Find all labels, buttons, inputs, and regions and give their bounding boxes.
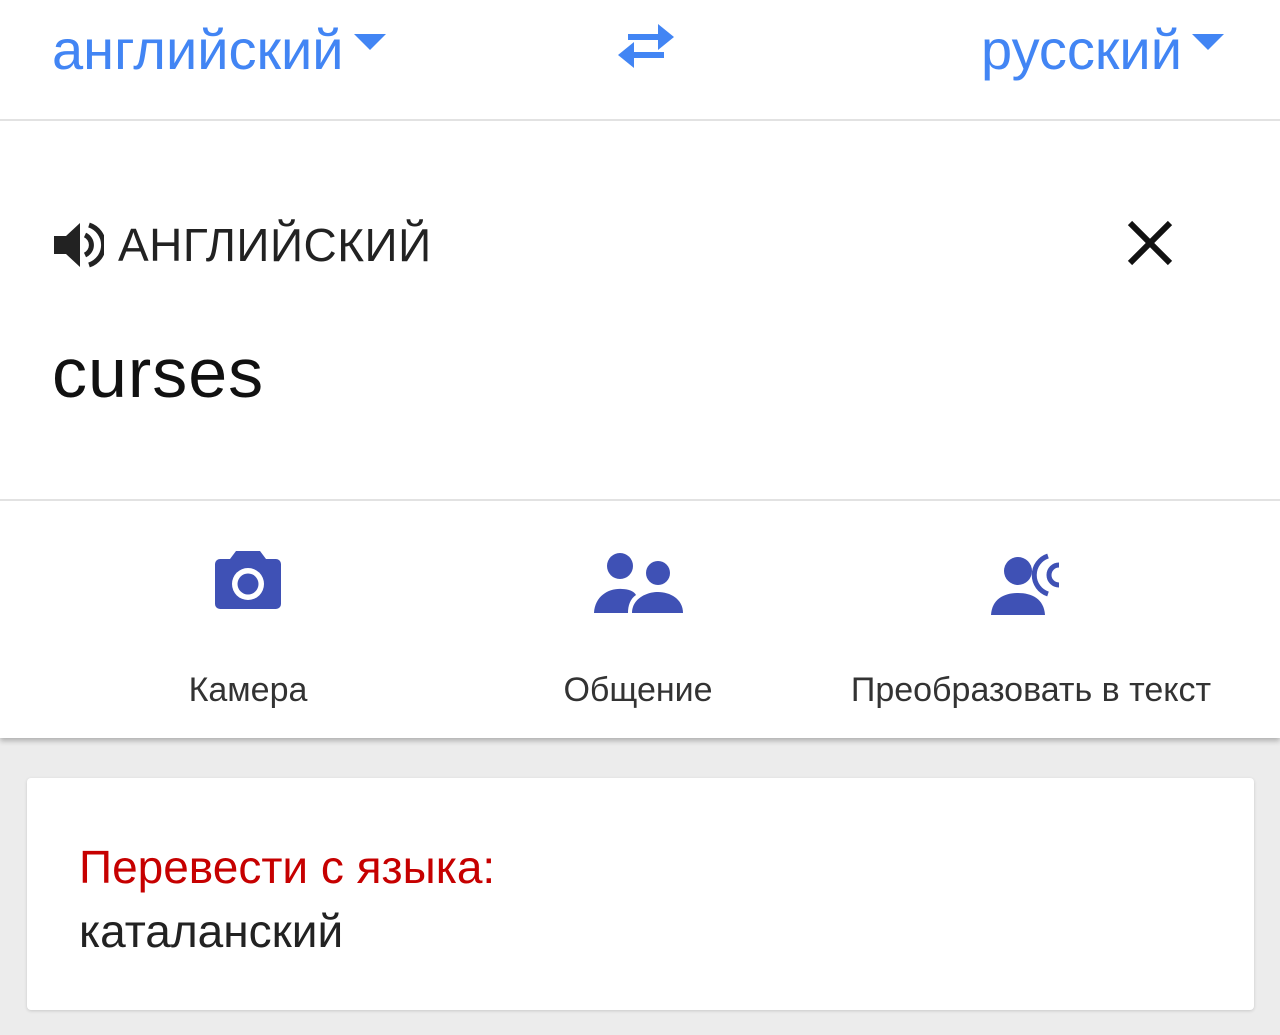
target-language-label: русский (981, 17, 1182, 81)
detected-language-label: АНГЛИЙСКИЙ (118, 219, 432, 271)
clear-input-button[interactable] (1118, 211, 1182, 275)
source-language-label: английский (52, 17, 344, 81)
input-area: АНГЛИЙСКИЙ curses (0, 123, 1280, 501)
swap-languages-button[interactable] (612, 20, 680, 72)
translator-panel: английский русский АНГЛИЙСКИЙ curses Кам… (0, 0, 1280, 738)
dropdown-caret-icon (353, 34, 386, 50)
conversation-button[interactable]: Общение (490, 503, 790, 738)
speak-source-button[interactable] (52, 219, 107, 271)
source-text-input[interactable]: curses (52, 333, 264, 413)
source-language-selector[interactable]: английский (52, 14, 386, 84)
translate-from-suggestion-card[interactable]: Перевести с языка: каталанский (27, 778, 1254, 1010)
input-tools: Камера Общение Преобразовать в текст (0, 503, 1280, 738)
swap-arrows-icon (618, 24, 674, 68)
camera-button[interactable]: Камера (0, 503, 490, 738)
language-bar: английский русский (0, 0, 1280, 121)
dropdown-caret-icon (1192, 34, 1224, 50)
transcribe-label: Преобразовать в текст (850, 671, 1212, 709)
camera-icon (215, 551, 281, 609)
conversation-label: Общение (563, 671, 713, 709)
people-icon (594, 553, 683, 613)
suggestion-title: Перевести с языка: (79, 841, 496, 893)
target-language-selector[interactable]: русский (981, 14, 1224, 84)
close-icon (1127, 220, 1173, 266)
camera-label: Камера (188, 671, 308, 709)
suggested-language: каталанский (79, 905, 344, 957)
voice-transcribe-icon (991, 553, 1060, 615)
speaker-icon (54, 222, 107, 268)
transcribe-button[interactable]: Преобразовать в текст (790, 503, 1280, 738)
